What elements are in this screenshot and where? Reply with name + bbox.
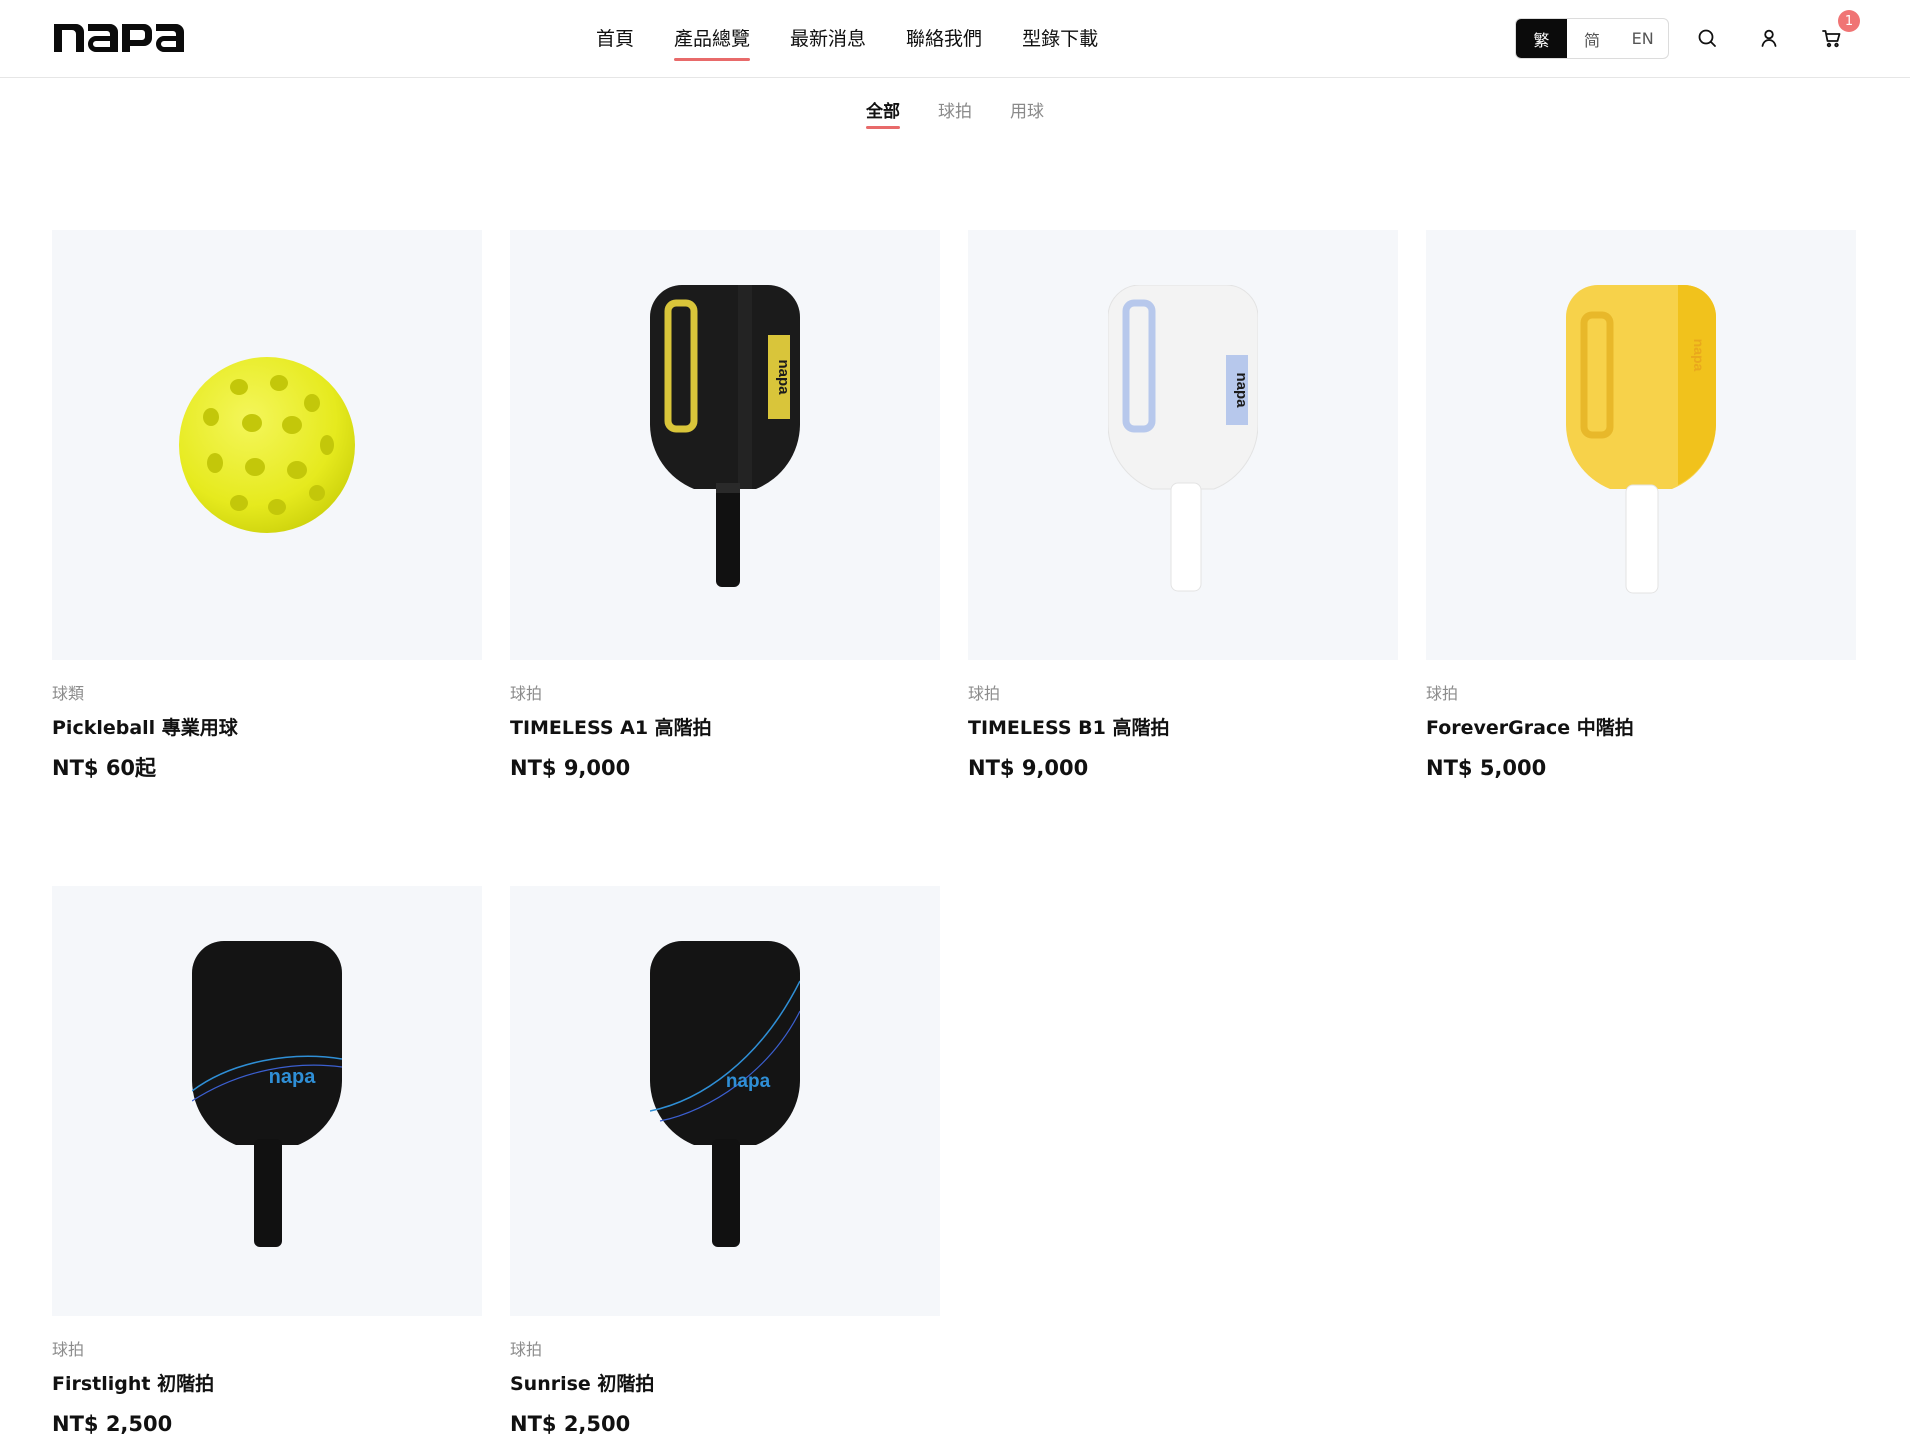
product-price: NT$ 9,000 bbox=[510, 756, 631, 780]
product-price: NT$ 60起 bbox=[52, 756, 157, 780]
white-blue-paddle-image: napa bbox=[1108, 285, 1258, 592]
black-blue-wave-paddle-image: napa bbox=[650, 941, 800, 1247]
site-header: 首頁 產品總覽 最新消息 聯絡我們 型錄下載 繁 简 EN 1 bbox=[0, 0, 1910, 78]
product-name[interactable]: ForeverGrace 中階拍 bbox=[1426, 716, 1856, 740]
yellow-paddle-image: napa bbox=[1566, 285, 1716, 594]
product-category: 球拍 bbox=[52, 1340, 85, 1359]
product-category: 球類 bbox=[52, 684, 85, 703]
product-category: 球拍 bbox=[968, 684, 1001, 703]
svg-text:napa: napa bbox=[726, 1071, 771, 1092]
svg-text:napa: napa bbox=[1233, 372, 1250, 408]
product-card[interactable]: napa 球拍 Firstlight 初階拍 NT$ 2,500 bbox=[52, 886, 482, 1438]
product-name[interactable]: TIMELESS A1 高階拍 bbox=[510, 716, 940, 740]
tab-paddles[interactable]: 球拍 bbox=[938, 100, 972, 124]
product-price: NT$ 5,000 bbox=[1426, 756, 1547, 780]
svg-text:napa: napa bbox=[1691, 339, 1707, 372]
search-icon[interactable] bbox=[1695, 26, 1719, 50]
black-blue-paddle-image: napa bbox=[192, 941, 342, 1247]
language-switcher: 繁 简 EN bbox=[1515, 18, 1669, 59]
nav-news[interactable]: 最新消息 bbox=[790, 26, 866, 56]
product-card[interactable]: napa 球拍 TIMELESS B1 高階拍 NT$ 9,000 bbox=[968, 230, 1398, 782]
product-image[interactable]: napa bbox=[510, 886, 940, 1316]
nav-contact[interactable]: 聯絡我們 bbox=[906, 26, 982, 56]
product-image[interactable] bbox=[52, 230, 482, 660]
product-price: NT$ 9,000 bbox=[968, 756, 1089, 780]
napa-logo-mark bbox=[54, 24, 184, 52]
product-category: 球拍 bbox=[510, 684, 543, 703]
nav-catalog[interactable]: 型錄下載 bbox=[1022, 26, 1098, 56]
lang-traditional-button[interactable]: 繁 bbox=[1516, 19, 1567, 58]
product-image[interactable]: napa bbox=[968, 230, 1398, 660]
cart-icon[interactable] bbox=[1820, 26, 1844, 50]
product-image[interactable]: napa bbox=[510, 230, 940, 660]
product-category: 球拍 bbox=[1426, 684, 1459, 703]
pickleball-ball-image bbox=[179, 357, 355, 533]
product-name[interactable]: Pickleball 專業用球 bbox=[52, 716, 482, 740]
product-card[interactable]: napa 球拍 Sunrise 初階拍 NT$ 2,500 bbox=[510, 886, 940, 1438]
lang-english-button[interactable]: EN bbox=[1617, 19, 1668, 58]
tab-all[interactable]: 全部 bbox=[866, 100, 900, 129]
black-yellow-paddle-image: napa bbox=[650, 285, 800, 587]
nav-products[interactable]: 產品總覽 bbox=[674, 26, 751, 61]
nav-home[interactable]: 首頁 bbox=[596, 26, 634, 56]
product-name[interactable]: Sunrise 初階拍 bbox=[510, 1372, 940, 1396]
svg-text:napa: napa bbox=[269, 1066, 317, 1088]
product-image[interactable]: napa bbox=[1426, 230, 1856, 660]
product-name[interactable]: Firstlight 初階拍 bbox=[52, 1372, 482, 1396]
svg-text:napa: napa bbox=[775, 359, 792, 395]
product-name[interactable]: TIMELESS B1 高階拍 bbox=[968, 716, 1398, 740]
main-nav: 首頁 產品總覽 最新消息 聯絡我們 型錄下載 bbox=[596, 26, 1098, 61]
tab-balls[interactable]: 用球 bbox=[1010, 100, 1044, 124]
product-card[interactable]: napa 球拍 TIMELESS A1 高階拍 NT$ 9,000 bbox=[510, 230, 940, 782]
cart-count-badge: 1 bbox=[1838, 10, 1860, 32]
brand-logo[interactable] bbox=[52, 18, 184, 58]
user-icon[interactable] bbox=[1757, 26, 1781, 50]
category-filter-tabs: 全部 球拍 用球 bbox=[866, 100, 1044, 129]
product-card[interactable]: napa 球拍 ForeverGrace 中階拍 NT$ 5,000 bbox=[1426, 230, 1856, 782]
lang-simplified-button[interactable]: 简 bbox=[1567, 19, 1618, 58]
product-category: 球拍 bbox=[510, 1340, 543, 1359]
product-image[interactable]: napa bbox=[52, 886, 482, 1316]
product-card[interactable]: 球類 Pickleball 專業用球 NT$ 60起 bbox=[52, 230, 482, 782]
